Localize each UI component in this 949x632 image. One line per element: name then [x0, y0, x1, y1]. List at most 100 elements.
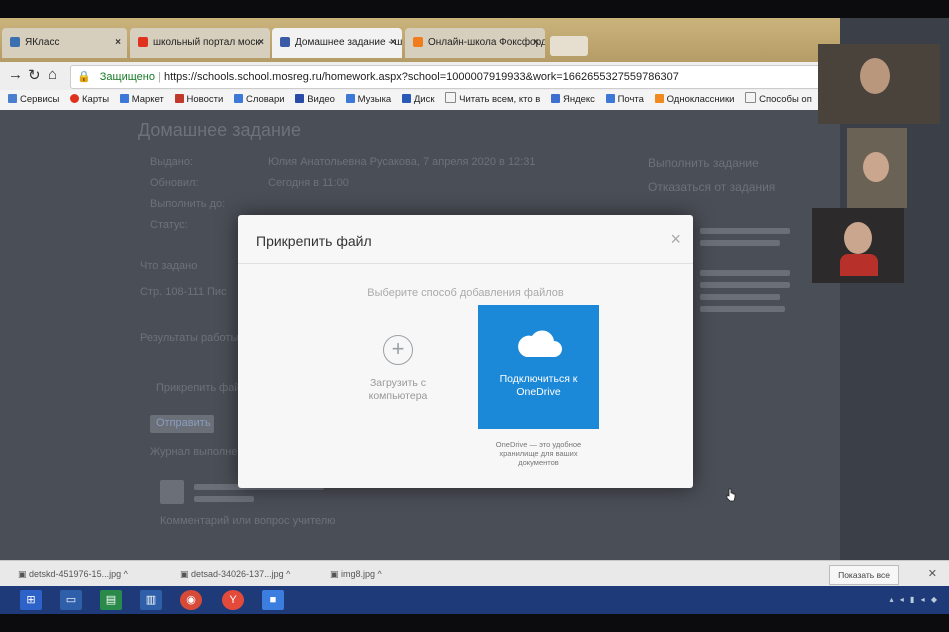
submit-button[interactable]: Отправить	[150, 415, 214, 433]
upload-label: Загрузить с компьютера	[368, 377, 428, 402]
page-title: Домашнее задание	[138, 120, 301, 140]
onedrive-label: Подключиться к OneDrive	[499, 373, 578, 398]
bookmark-services[interactable]: Сервисы	[8, 90, 59, 110]
bookmark-music[interactable]: Музыка	[345, 90, 391, 110]
bookmarks-bar: Сервисы Карты Маркет Новости Словари Вид…	[0, 90, 840, 111]
new-tab-button[interactable]	[550, 36, 588, 56]
reload-icon[interactable]: ↻	[28, 66, 41, 84]
bookmark-dictionaries[interactable]: Словари	[233, 90, 285, 110]
section-heading: Что задано	[140, 260, 198, 272]
bookmark-read[interactable]: Читать всем, кто в	[445, 90, 540, 110]
show-all-button[interactable]: Показать все	[829, 565, 899, 585]
sidebar-note	[700, 306, 785, 312]
meta-value: Юлия Анатольевна Русакова, 7 апреля 2020…	[268, 156, 536, 168]
downloads-bar: ▣ detskd-451976-15...jpg ^ ▣ detsad-3402…	[0, 560, 949, 587]
close-icon[interactable]: ✕	[928, 561, 937, 587]
close-tab-icon[interactable]: ×	[390, 28, 396, 58]
tab-foxford[interactable]: Онлайн-школа Фоксфорд ×	[405, 28, 545, 58]
meta-label: Выданo:	[150, 156, 194, 168]
start-icon[interactable]: ⊞	[20, 590, 42, 610]
system-tray[interactable]: ▴ ◂ ▮ ◂ ◆	[890, 595, 940, 604]
forward-icon[interactable]: →	[8, 66, 23, 83]
home-icon[interactable]: ⌂	[48, 66, 57, 83]
tab-label: школьный портал моск	[153, 37, 260, 48]
meta-value: Сегодня в 11:00	[268, 177, 349, 189]
video-icon	[295, 94, 305, 103]
close-tab-icon[interactable]: ×	[258, 28, 264, 58]
tab-label: ЯКласс	[25, 37, 60, 48]
foxford-icon	[413, 37, 423, 48]
diary-icon	[280, 37, 290, 48]
onedrive-note: OneDrive — это удобное хранилище для ваш…	[495, 440, 582, 467]
task-view-icon[interactable]: ▭	[60, 590, 82, 610]
tab-school-portal[interactable]: школьный портал моск ×	[130, 28, 270, 58]
sidebar-note	[700, 282, 790, 288]
video-participant-1[interactable]	[818, 44, 940, 124]
attach-file-dialog: Прикрепить файл × Выберите способ добавл…	[238, 215, 736, 502]
taskbar: ⊞ ▭ ▤ ▥ ◉ Y ■ ▴ ◂ ▮ ◂ ◆	[0, 586, 949, 614]
bookmark-disk[interactable]: Диск	[401, 90, 435, 110]
address-bar[interactable]: 🔒 Защищено | https://schools.school.mosr…	[70, 65, 832, 89]
divider	[238, 263, 693, 264]
meta-label: Выполнить до:	[150, 198, 226, 210]
participant-face	[860, 58, 890, 94]
sidebar-note	[700, 228, 790, 234]
connect-onedrive-button[interactable]: Подключиться к OneDrive	[478, 305, 736, 502]
cloud-icon	[518, 330, 562, 357]
bookmark-maps[interactable]: Карты	[70, 90, 109, 110]
bookmark-ok[interactable]: Одноклассники	[654, 90, 734, 110]
bookmark-news[interactable]: Новости	[174, 90, 223, 110]
yandex-icon	[138, 37, 148, 48]
dialog-title: Прикрепить файл	[256, 233, 372, 249]
participant-face	[863, 152, 889, 182]
files-icon[interactable]: ▥	[140, 590, 162, 610]
hand-cursor-icon	[726, 488, 736, 502]
map-pin-icon	[70, 94, 79, 103]
lock-icon: 🔒	[77, 71, 91, 83]
yandex-browser-icon[interactable]: Y	[222, 590, 244, 610]
meta-label: Статус:	[150, 219, 188, 231]
decline-task-link[interactable]: Отказаться от задания	[648, 180, 775, 194]
video-participant-3[interactable]	[812, 208, 904, 283]
page-icon	[119, 94, 129, 103]
apps-icon	[8, 94, 17, 103]
section-heading: Результаты работы	[140, 332, 239, 344]
download-item[interactable]: ▣ detskd-451976-15...jpg ^	[18, 561, 128, 587]
upload-from-computer-button[interactable]: + Загрузить с компьютера	[348, 335, 448, 445]
comment-input[interactable]: Комментарий или вопрос учителю	[160, 515, 335, 527]
sidebar-note	[700, 270, 790, 276]
tab-strip: ЯКласс × школьный портал моск × Домашнее…	[0, 18, 840, 62]
download-item[interactable]: ▣ img8.jpg ^	[330, 561, 382, 587]
tab-yaklass[interactable]: ЯКласс ×	[2, 28, 127, 58]
bookmark-yandex[interactable]: Яндекс	[550, 90, 595, 110]
attach-file-link[interactable]: Прикрепить файл	[156, 382, 247, 394]
url-text: https://schools.school.mosreg.ru/homewor…	[163, 71, 679, 83]
bookmark-market[interactable]: Маркет	[119, 90, 164, 110]
participant-face	[844, 222, 872, 254]
close-tab-icon[interactable]: ×	[115, 28, 121, 58]
yaklass-icon	[10, 37, 20, 48]
close-tab-icon[interactable]: ×	[533, 28, 539, 58]
page-icon	[233, 94, 243, 103]
avatar	[160, 480, 184, 504]
download-item[interactable]: ▣ detsad-34026-137...jpg ^	[180, 561, 290, 587]
page-icon	[445, 92, 457, 103]
chrome-icon[interactable]: ◉	[180, 590, 202, 610]
zoom-icon[interactable]: ■	[262, 590, 284, 610]
tab-homework[interactable]: Домашнее задание - ш ×	[272, 28, 402, 58]
plus-icon: +	[383, 335, 413, 365]
news-icon	[174, 94, 184, 103]
bookmark-mail[interactable]: Почта	[605, 90, 644, 110]
video-participant-2[interactable]	[847, 128, 907, 208]
close-icon[interactable]: ×	[670, 229, 681, 250]
do-task-link[interactable]: Выполнить задание	[648, 156, 759, 170]
store-icon[interactable]: ▤	[100, 590, 122, 610]
bookmark-ways[interactable]: Способы оп	[745, 90, 812, 110]
tab-label: Домашнее задание - ш	[295, 37, 402, 48]
bookmark-video[interactable]: Видео	[295, 90, 335, 110]
security-label: Защищено	[99, 71, 155, 83]
yandex-icon	[550, 94, 560, 103]
meta-label: Обновил:	[150, 177, 199, 189]
laptop-screen: ЯКласс × школьный портал моск × Домашнее…	[0, 18, 949, 614]
sidebar-note	[700, 294, 780, 300]
